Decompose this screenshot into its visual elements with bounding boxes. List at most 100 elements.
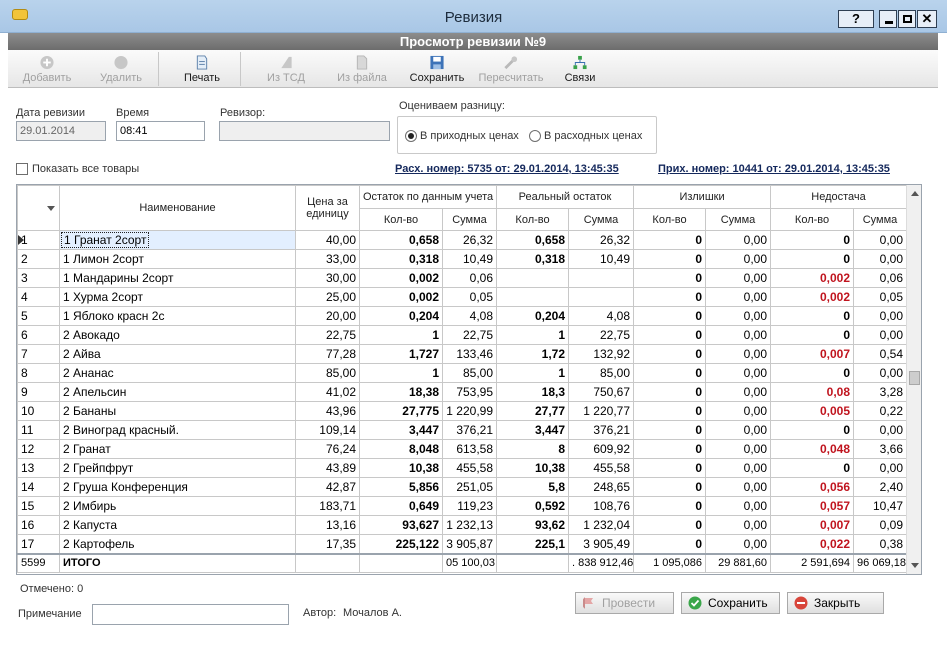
cell-item-name[interactable]: 2 Гранат	[59, 439, 296, 459]
cell-row-number[interactable]: 5	[17, 306, 60, 326]
expense-doc-link[interactable]: Расх. номер: 5735 от: 29.01.2014, 13:45:…	[395, 163, 619, 175]
cell-real-qty[interactable]: 18,3	[496, 382, 570, 402]
cell-row-number[interactable]: 11	[17, 420, 60, 440]
cell-real-qty[interactable]	[496, 287, 570, 307]
minimize-button[interactable]	[879, 10, 897, 28]
from-tsd-button[interactable]: Из ТСД	[254, 52, 318, 86]
cell-price[interactable]: 42,87	[295, 477, 360, 497]
cell-surplus-sum[interactable]: 0,00	[705, 230, 772, 250]
cell-shortage-qty[interactable]: 0,022	[770, 534, 855, 554]
cell-item-name[interactable]: 1 Гранат 2сорт	[59, 230, 296, 250]
cell-acc-qty[interactable]: 0,204	[359, 306, 443, 326]
cell-item-name[interactable]: 2 Айва	[59, 344, 296, 364]
cell-row-number[interactable]: 7	[17, 344, 60, 364]
table-row[interactable]: 13 2 Грейпфрут 43,89 10,38 455,58 10,38 455,58…	[17, 458, 908, 478]
cell-acc-sum[interactable]: 613,58	[441, 439, 498, 459]
cell-price[interactable]: 33,00	[295, 249, 360, 269]
cell-real-sum[interactable]: 1 220,77	[568, 401, 635, 421]
cell-real-sum[interactable]: 10,49	[568, 249, 635, 269]
cell-item-name[interactable]: 2 Бананы	[59, 401, 296, 421]
cell-surplus-sum[interactable]: 0,00	[705, 249, 772, 269]
cell-row-number[interactable]: 16	[17, 515, 60, 535]
cell-price[interactable]: 40,00	[295, 230, 360, 250]
table-row[interactable]: 4 1 Хурма 2сорт 25,00 0,002 0,05 0 0,00 0,002 0,…	[17, 287, 908, 307]
cell-shortage-sum[interactable]: 0,22	[853, 401, 908, 421]
cell-real-sum[interactable]: 455,58	[568, 458, 635, 478]
cell-real-qty[interactable]: 0,592	[496, 496, 570, 516]
from-file-button[interactable]: Из файла	[326, 52, 398, 86]
cell-shortage-qty[interactable]: 0	[770, 325, 855, 345]
cell-shortage-qty[interactable]: 0	[770, 306, 855, 326]
cell-acc-sum[interactable]: 22,75	[441, 325, 498, 345]
table-row[interactable]: 11 2 Виноград красный. 109,14 3,447 376,21 3,…	[17, 420, 908, 440]
col-surplus-sum[interactable]: Сумма	[705, 208, 772, 231]
cell-acc-qty[interactable]: 0,002	[359, 287, 443, 307]
cell-real-sum[interactable]: 108,76	[568, 496, 635, 516]
cell-real-qty[interactable]: 3,447	[496, 420, 570, 440]
cell-shortage-qty[interactable]: 0,007	[770, 515, 855, 535]
cell-real-sum[interactable]	[568, 287, 635, 307]
cell-shortage-sum[interactable]: 0,00	[853, 458, 908, 478]
cell-real-qty[interactable]: 1	[496, 363, 570, 383]
cell-real-qty[interactable]: 0,658	[496, 230, 570, 250]
cell-shortage-sum[interactable]: 10,47	[853, 496, 908, 516]
cell-acc-sum[interactable]: 3 905,87	[441, 534, 498, 554]
cell-real-sum[interactable]: 22,75	[568, 325, 635, 345]
cell-shortage-sum[interactable]: 0,00	[853, 249, 908, 269]
col-acc-sum[interactable]: Сумма	[441, 208, 498, 231]
cell-real-qty[interactable]: 27,77	[496, 401, 570, 421]
table-row[interactable]: 5 1 Яблоко красн 2с 20,00 0,204 4,08 0,204 4,0…	[17, 306, 908, 326]
cell-shortage-qty[interactable]: 0	[770, 230, 855, 250]
cell-shortage-qty[interactable]: 0,048	[770, 439, 855, 459]
radio-income[interactable]	[405, 130, 417, 142]
cell-price[interactable]: 17,35	[295, 534, 360, 554]
revision-grid[interactable]: Наименование Цена за единицу Остаток по …	[16, 184, 922, 575]
table-row[interactable]: 9 2 Апельсин 41,02 18,38 753,95 18,3 750,67 0 0,…	[17, 382, 908, 402]
cell-surplus-qty[interactable]: 0	[633, 249, 707, 269]
col-shortage-sum[interactable]: Сумма	[853, 208, 908, 231]
cell-acc-sum[interactable]: 455,58	[441, 458, 498, 478]
cell-surplus-qty[interactable]: 0	[633, 306, 707, 326]
cell-item-name[interactable]: 2 Капуста	[59, 515, 296, 535]
cell-item-name[interactable]: 1 Мандарины 2сорт	[59, 268, 296, 288]
cell-acc-sum[interactable]: 26,32	[441, 230, 498, 250]
cell-shortage-sum[interactable]: 0,00	[853, 230, 908, 250]
cell-acc-qty[interactable]: 18,38	[359, 382, 443, 402]
cell-acc-sum[interactable]: 10,49	[441, 249, 498, 269]
cell-real-sum[interactable]: 376,21	[568, 420, 635, 440]
cell-shortage-qty[interactable]: 0,002	[770, 268, 855, 288]
cell-real-sum[interactable]: 3 905,49	[568, 534, 635, 554]
cell-acc-qty[interactable]: 0,649	[359, 496, 443, 516]
add-button[interactable]: Добавить	[12, 52, 82, 86]
cell-shortage-qty[interactable]: 0	[770, 363, 855, 383]
col-shortage-qty[interactable]: Кол-во	[770, 208, 855, 231]
cell-item-name[interactable]: 2 Картофель	[59, 534, 296, 554]
cell-item-name[interactable]: 1 Яблоко красн 2с	[59, 306, 296, 326]
cell-acc-qty[interactable]: 0,658	[359, 230, 443, 250]
cell-real-sum[interactable]: 1 232,04	[568, 515, 635, 535]
cell-shortage-sum[interactable]: 0,05	[853, 287, 908, 307]
recalc-button[interactable]: Пересчитать	[472, 52, 550, 86]
grid-scrollbar[interactable]	[906, 185, 921, 574]
cell-surplus-sum[interactable]: 0,00	[705, 420, 772, 440]
cell-real-sum[interactable]: 609,92	[568, 439, 635, 459]
cell-acc-qty[interactable]: 225,122	[359, 534, 443, 554]
delete-button[interactable]: Удалить	[88, 52, 154, 86]
time-field[interactable]: 08:41	[116, 121, 205, 141]
cell-acc-qty[interactable]: 1	[359, 363, 443, 383]
cell-surplus-qty[interactable]: 0	[633, 401, 707, 421]
cell-acc-qty[interactable]: 3,447	[359, 420, 443, 440]
cell-shortage-sum[interactable]: 2,40	[853, 477, 908, 497]
links-button[interactable]: Связи	[554, 52, 606, 86]
cell-real-qty[interactable]: 8	[496, 439, 570, 459]
cell-real-qty[interactable]: 0,318	[496, 249, 570, 269]
cell-shortage-qty[interactable]: 0,002	[770, 287, 855, 307]
cell-surplus-qty[interactable]: 0	[633, 496, 707, 516]
table-row[interactable]: 3 1 Мандарины 2сорт 30,00 0,002 0,06 0 0,00 0,0…	[17, 268, 908, 288]
col-price-header[interactable]: Цена за единицу	[295, 185, 360, 231]
cell-surplus-qty[interactable]: 0	[633, 534, 707, 554]
cell-real-sum[interactable]: 132,92	[568, 344, 635, 364]
cell-surplus-qty[interactable]: 0	[633, 420, 707, 440]
table-row[interactable]: 6 2 Авокадо 22,75 1 22,75 1 22,75 0 0,00 0 0,00	[17, 325, 908, 345]
cell-surplus-qty[interactable]: 0	[633, 363, 707, 383]
